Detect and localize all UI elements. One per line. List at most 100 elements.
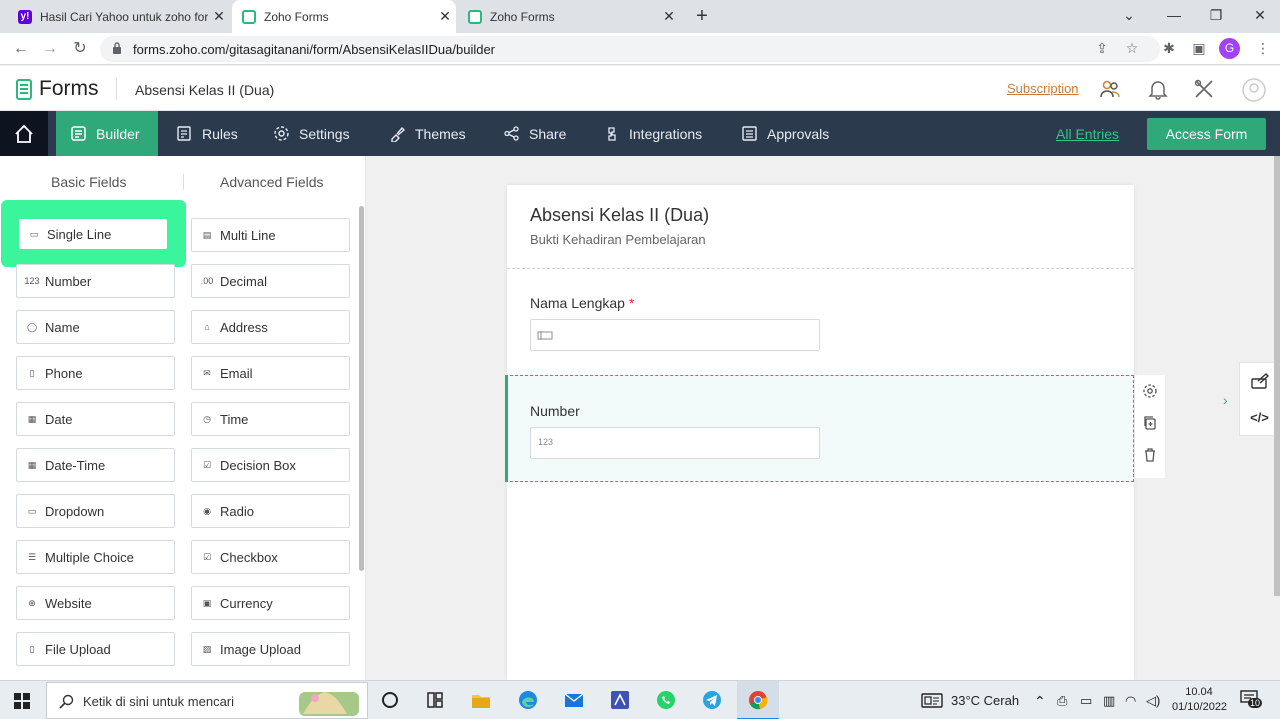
nav-integrations[interactable]: Integrations [589,111,716,156]
phone-icon: ▯ [29,367,35,378]
duplicate-field-button[interactable] [1135,407,1165,439]
chrome-menu-icon[interactable]: ⋮ [1255,40,1271,56]
search-placeholder: Ketik di sini untuk mencari [83,694,235,709]
field-currency[interactable]: ▣ Currency [191,586,350,620]
nav-builder[interactable]: Builder [56,111,158,156]
field-number[interactable]: 123 Number [16,264,175,298]
bookmark-star-icon[interactable]: ☆ [1124,40,1140,56]
volume-icon[interactable]: ◁) [1146,693,1160,709]
field-single-line[interactable]: ▭ Single Line [19,219,167,249]
person-icon: ◯ [26,321,38,332]
field-label-nama-lengkap[interactable]: Nama Lengkap * [530,295,634,311]
field-date-time[interactable]: ▦ Date-Time [16,448,175,482]
notifications-button[interactable]: 10 [1240,690,1263,710]
nav-settings[interactable]: Settings [259,111,364,156]
close-tab-icon[interactable]: ✕ [434,8,456,25]
telegram-icon[interactable] [701,689,723,711]
nav-rules[interactable]: Rules [162,111,252,156]
nama-lengkap-input[interactable] [530,319,820,351]
share-page-icon[interactable]: ⇪ [1094,40,1110,56]
tools-icon[interactable] [1193,78,1215,100]
field-time[interactable]: ◷ Time [191,402,350,436]
extensions-icon[interactable]: ✱ [1161,40,1177,56]
field-name[interactable]: ◯ Name [16,310,175,344]
system-clock[interactable]: 10.04 01/10/2022 [1172,685,1227,715]
home-button[interactable] [0,111,48,156]
field-multiple-choice[interactable]: ☰ Multiple Choice [16,540,175,574]
close-tab-icon[interactable]: ✕ [658,8,680,25]
users-icon[interactable] [1099,78,1121,100]
weather-icon[interactable] [921,693,943,708]
tab-title: Hasil Cari Yahoo untuk zoho form [40,9,208,24]
close-window-icon[interactable]: ✕ [1240,0,1280,30]
nav-share[interactable]: Share [489,111,580,156]
access-form-button[interactable]: Access Form [1147,118,1266,150]
meet-icon[interactable]: ⎙ [1057,693,1067,709]
field-radio[interactable]: ◉ Radio [191,494,350,528]
field-multi-line[interactable]: ▤ Multi Line [191,218,350,252]
file-explorer-icon[interactable] [470,689,492,711]
field-date[interactable]: ▦ Date [16,402,175,436]
field-decimal[interactable]: .00 Decimal [191,264,350,298]
field-address[interactable]: ⌂ Address [191,310,350,344]
form-name[interactable]: Absensi Kelas II (Dua) [135,82,274,98]
all-entries-link[interactable]: All Entries [1056,126,1119,142]
reload-icon[interactable]: ↻ [68,37,92,61]
widgets-icon[interactable] [424,689,446,711]
wifi-icon[interactable]: ◠ [1125,693,1136,709]
profile-avatar[interactable]: G [1219,38,1240,59]
number-input[interactable]: 123 [530,427,820,459]
edge-icon[interactable] [517,689,539,711]
forms-logo[interactable]: Forms [16,77,99,101]
field-image-upload[interactable]: ▨ Image Upload [191,632,350,666]
field-decision-box[interactable]: ☑ Decision Box [191,448,350,482]
windows-start-icon[interactable] [14,693,30,709]
back-icon[interactable]: ← [9,37,33,61]
field-website[interactable]: ⊕ Website [16,586,175,620]
delete-field-button[interactable] [1135,439,1165,471]
field-file-upload[interactable]: ▯ File Upload [16,632,175,666]
browser-tab-2[interactable]: Zoho Forms ✕ [232,0,456,33]
forward-icon[interactable]: → [38,37,62,61]
form-header[interactable]: Absensi Kelas II (Dua) Bukti Kehadiran P… [507,185,1134,269]
field-label-number[interactable]: Number [530,403,580,419]
field-email[interactable]: ✉ Email [191,356,350,390]
chrome-taskbar-active[interactable] [737,681,779,719]
whatsapp-icon[interactable] [655,689,677,711]
chevron-right-icon[interactable]: › [1223,392,1228,408]
field-settings-button[interactable] [1135,375,1165,407]
nav-label: Themes [415,125,466,142]
mail-icon[interactable] [563,689,585,711]
required-asterisk: * [628,295,635,311]
user-avatar-icon[interactable] [1242,78,1266,102]
nav-themes[interactable]: Themes [375,111,480,156]
minimize-icon[interactable]: — [1154,0,1194,30]
field-dropdown[interactable]: ▭ Dropdown [16,494,175,528]
page-scrollbar[interactable] [1274,156,1280,596]
task-view-icon[interactable] [379,689,401,711]
chevron-up-icon[interactable]: ⌃ [1034,693,1046,710]
taskbar-search[interactable]: Ketik di sini untuk mencari [46,682,368,719]
field-phone[interactable]: ▯ Phone [16,356,175,390]
tab-search-icon[interactable]: ⌄ [1109,0,1149,30]
address-bar[interactable]: forms.zoho.com/gitasagitanani/form/Absen… [100,36,1160,62]
nav-approvals[interactable]: Approvals [727,111,843,156]
side-panel-icon[interactable]: ▣ [1191,40,1207,56]
weather-text[interactable]: 33°C Cerah [951,693,1019,708]
panel-scrollbar[interactable] [359,206,364,571]
new-tab-button[interactable]: + [690,3,714,29]
network-icon[interactable]: ▥ [1103,693,1115,709]
number-icon: 123 [24,276,40,286]
browser-tab-1[interactable]: y! Hasil Cari Yahoo untuk zoho form ✕ [8,0,230,33]
restore-icon[interactable]: ❐ [1196,0,1236,30]
field-checkbox[interactable]: ☑ Checkbox [191,540,350,574]
bell-icon[interactable] [1147,78,1169,100]
tab-advanced-fields[interactable]: Advanced Fields [220,174,324,190]
browser-tab-3[interactable]: Zoho Forms ✕ [458,0,680,33]
app-icon-blue[interactable] [609,689,631,711]
number-placeholder: 123 [538,437,554,447]
battery-icon[interactable]: ▭ [1080,693,1092,709]
subscription-link[interactable]: Subscription [1007,81,1079,96]
tab-basic-fields[interactable]: Basic Fields [51,174,126,190]
close-tab-icon[interactable]: ✕ [208,8,230,25]
